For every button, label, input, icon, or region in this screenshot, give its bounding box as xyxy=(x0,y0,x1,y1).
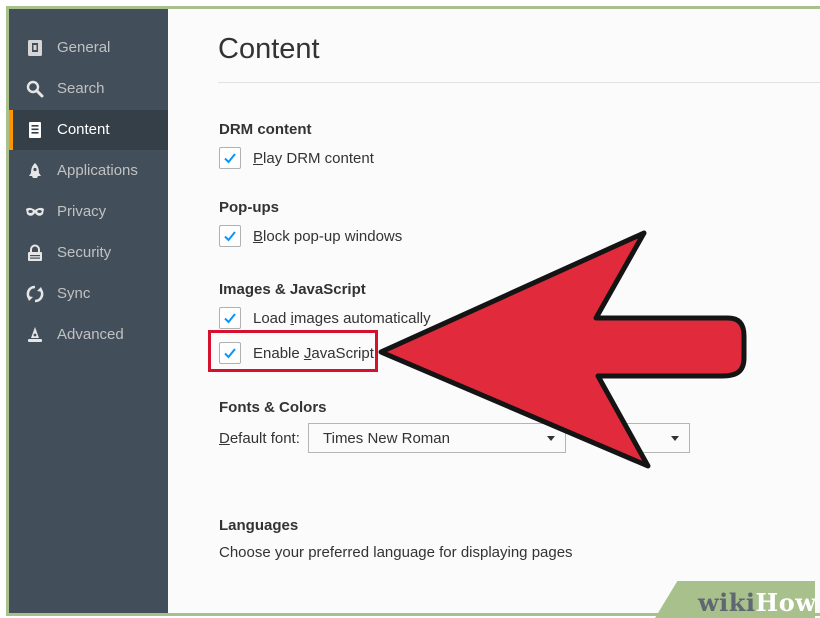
images-js-heading: Images & JavaScript xyxy=(219,281,366,298)
sidebar-item-security[interactable]: Security xyxy=(9,233,168,273)
block-popups-checkbox[interactable] xyxy=(219,225,241,247)
sync-icon xyxy=(25,284,45,304)
languages-heading: Languages xyxy=(219,517,299,534)
sidebar-item-privacy[interactable]: Privacy xyxy=(9,192,168,232)
load-images-checkbox[interactable] xyxy=(219,307,241,329)
title-divider xyxy=(218,82,820,83)
page-title: Content xyxy=(218,33,320,65)
general-icon xyxy=(25,38,45,58)
sidebar-item-sync[interactable]: Sync xyxy=(9,274,168,314)
sidebar-item-label: Search xyxy=(57,80,105,97)
play-drm-checkbox[interactable] xyxy=(219,147,241,169)
advanced-wizard-icon xyxy=(25,325,45,345)
load-images-checkbox-row[interactable]: Load images automatically xyxy=(219,307,431,329)
font-size-select[interactable] xyxy=(620,423,690,453)
play-drm-checkbox-row[interactable]: Play DRM content xyxy=(219,147,374,169)
load-images-label: Load images automatically xyxy=(253,309,431,327)
enable-javascript-highlight-box xyxy=(208,330,378,372)
sidebar-item-advanced[interactable]: Advanced xyxy=(9,315,168,355)
sidebar-item-label: Advanced xyxy=(57,326,124,343)
content-icon xyxy=(25,120,45,140)
sidebar-item-label: Applications xyxy=(57,162,138,179)
chevron-down-icon xyxy=(671,436,679,441)
sidebar-item-general[interactable]: General xyxy=(9,28,168,68)
sidebar-item-search[interactable]: Search xyxy=(9,69,168,109)
content-pane: Content DRM content Play DRM content Pop… xyxy=(168,9,820,613)
sidebar-item-label: Content xyxy=(57,121,110,138)
security-lock-icon xyxy=(25,243,45,263)
drm-heading: DRM content xyxy=(219,121,312,138)
block-popups-label: Block pop-up windows xyxy=(253,227,403,245)
block-popups-checkbox-row[interactable]: Block pop-up windows xyxy=(219,225,402,247)
wikihow-watermark: wikiHow xyxy=(698,588,817,617)
sidebar-item-label: Security xyxy=(57,244,112,261)
applications-icon xyxy=(25,161,45,181)
sidebar-item-label: General xyxy=(57,39,111,56)
languages-description: Choose your preferred language for displ… xyxy=(219,544,573,561)
fonts-colors-heading: Fonts & Colors xyxy=(219,399,327,416)
privacy-mask-icon xyxy=(25,202,45,222)
sidebar-item-applications[interactable]: Applications xyxy=(9,151,168,191)
search-icon xyxy=(25,79,45,99)
sidebar: General Search Content Applications Priv… xyxy=(9,9,168,613)
chevron-down-icon xyxy=(547,436,555,441)
default-font-select[interactable]: Times New Roman xyxy=(308,423,566,453)
popups-heading: Pop-ups xyxy=(219,199,279,216)
play-drm-label: Play DRM content xyxy=(253,149,374,167)
default-font-label: Default font: xyxy=(219,430,300,447)
sidebar-item-label: Privacy xyxy=(57,203,107,220)
sidebar-item-label: Sync xyxy=(57,285,91,302)
sidebar-item-content[interactable]: Content xyxy=(9,110,168,150)
default-font-value: Times New Roman xyxy=(323,429,450,447)
